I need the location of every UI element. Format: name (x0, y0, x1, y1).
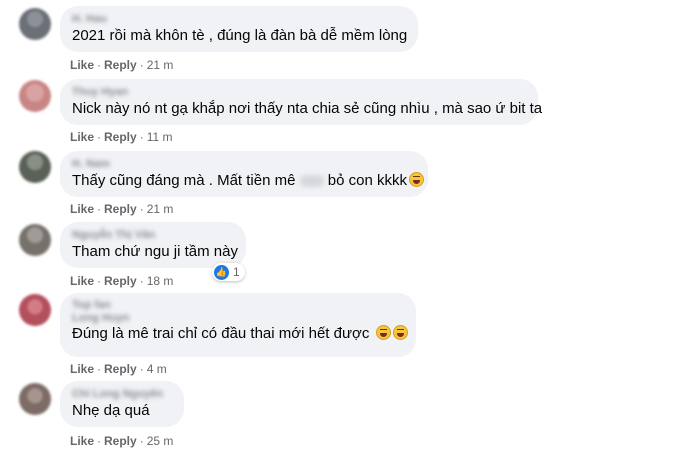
reply-button[interactable]: Reply (104, 274, 137, 288)
comment-author[interactable]: Chí Long Nguyên (72, 387, 172, 401)
timestamp[interactable]: 25 m (147, 434, 174, 448)
separator: · (97, 202, 102, 216)
comment-actions: Like · Reply · 11 m (70, 130, 173, 144)
avatar[interactable] (19, 8, 51, 40)
timestamp[interactable]: 18 m (147, 274, 174, 288)
separator: · (97, 274, 102, 288)
hidden-word (299, 175, 324, 188)
laughing-face-icon (409, 172, 425, 187)
comment-actions: Like · Reply · 18 m (70, 274, 173, 288)
thumbs-up-icon: 👍 (214, 264, 229, 280)
grinning-squinting-face-icon (375, 325, 391, 340)
comment-actions: Like · Reply · 25 m (70, 434, 173, 448)
avatar[interactable] (19, 383, 51, 415)
comment-author[interactable]: Thuy Hyan (72, 85, 526, 99)
comment-text-part: bỏ con kkkk (327, 172, 408, 189)
comment-actions: Like · Reply · 21 m (70, 58, 173, 72)
comment-bubble: Top fan Long Huyn Đúng là mê trai chỉ có… (60, 293, 416, 357)
avatar[interactable] (19, 294, 51, 326)
comment-bubble: Thuy Hyan Nick này nó nt gạ khắp nơi thấ… (60, 79, 543, 125)
separator: · (139, 274, 144, 288)
like-button[interactable]: Like (70, 274, 94, 288)
like-button[interactable]: Like (70, 434, 94, 448)
comment-text-part: Đúng là mê trai chỉ có đầu thai mới hết … (72, 325, 370, 342)
reaction-count: 1 (233, 265, 240, 279)
avatar[interactable] (19, 80, 51, 112)
comment-author[interactable]: Top fan (72, 298, 404, 312)
separator: · (139, 130, 144, 144)
separator: · (139, 434, 144, 448)
comment-text: Nhẹ dạ quá (72, 402, 150, 419)
separator: · (97, 362, 102, 376)
timestamp[interactable]: 11 m (147, 130, 173, 144)
separator: · (139, 202, 144, 216)
comment-text: Nick này nó nt gạ khắp nơi thấy nta chia… (72, 100, 543, 117)
reply-button[interactable]: Reply (104, 58, 137, 72)
timestamp[interactable]: 21 m (147, 58, 174, 72)
separator: · (97, 58, 102, 72)
timestamp[interactable]: 4 m (147, 362, 167, 376)
comment-bubble: Chí Long Nguyên Nhẹ dạ quá (60, 381, 184, 427)
comment-author[interactable]: H. Nam (72, 157, 416, 171)
comment-text: Đúng là mê trai chỉ có đầu thai mới hết … (72, 324, 408, 344)
comment-text-part: Thấy cũng đáng mà . Mất tiền mê (72, 172, 296, 189)
comment-bubble: H. Nam Thấy cũng đáng mà . Mất tiền mê b… (60, 151, 428, 197)
comment-bubble: H. Hau 2021 rồi mà khôn tè , đúng là đàn… (60, 6, 418, 52)
like-button[interactable]: Like (70, 130, 94, 144)
reply-button[interactable]: Reply (104, 434, 137, 448)
avatar[interactable] (19, 224, 51, 256)
separator: · (139, 58, 144, 72)
like-button[interactable]: Like (70, 202, 94, 216)
reply-button[interactable]: Reply (104, 362, 137, 376)
like-button[interactable]: Like (70, 58, 94, 72)
comment-author[interactable]: Nguyễn Thị Vân (72, 228, 234, 242)
grinning-squinting-face-icon (392, 325, 408, 340)
comment-author[interactable]: H. Hau (72, 12, 406, 26)
comment-bubble: Nguyễn Thị Vân Tham chứ ngu ji tầm này (60, 222, 246, 268)
comment-text: Tham chứ ngu ji tầm này (72, 243, 238, 260)
reply-button[interactable]: Reply (104, 130, 137, 144)
comment-author-line2: Long Huyn (72, 312, 130, 324)
avatar[interactable] (19, 151, 51, 183)
timestamp[interactable]: 21 m (147, 202, 174, 216)
comment-text: Thấy cũng đáng mà . Mất tiền mê bỏ con k… (72, 171, 425, 191)
reaction-summary[interactable]: 👍 1 (212, 263, 245, 281)
comment-actions: Like · Reply · 4 m (70, 362, 167, 376)
reply-button[interactable]: Reply (104, 202, 137, 216)
separator: · (139, 362, 144, 376)
separator: · (97, 434, 102, 448)
comment-text: 2021 rồi mà khôn tè , đúng là đàn bà dễ … (72, 27, 408, 44)
separator: · (97, 130, 102, 144)
like-button[interactable]: Like (70, 362, 94, 376)
comment-actions: Like · Reply · 21 m (70, 202, 173, 216)
